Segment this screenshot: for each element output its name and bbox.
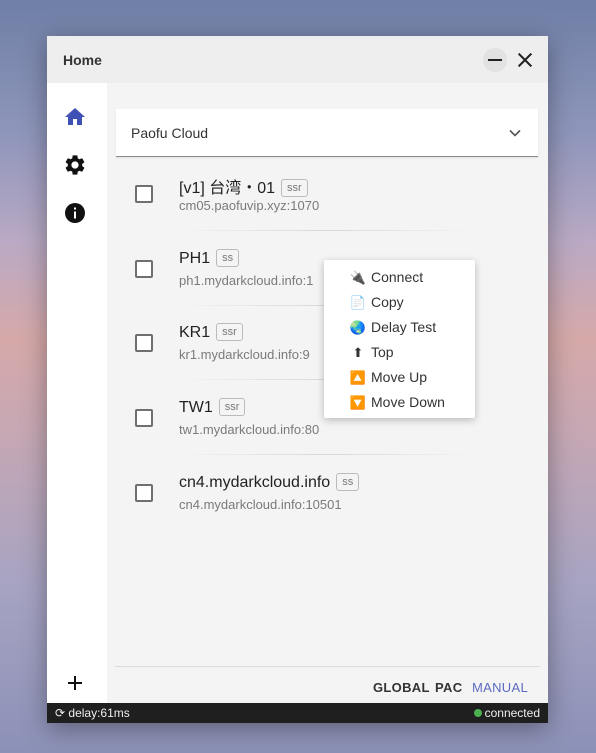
profile-select-value: Paofu Cloud xyxy=(131,125,209,141)
server-address: ph1.mydarkcloud.info:1 xyxy=(179,273,314,288)
menu-item-connect[interactable]: 🔌 Connect xyxy=(349,269,423,286)
delay-text: delay:61ms xyxy=(68,706,130,720)
sidebar xyxy=(47,83,107,703)
status-text: connected xyxy=(484,706,540,720)
server-row[interactable]: cn4.mydarkcloud.info ss cn4.mydarkcloud.i… xyxy=(116,456,538,530)
server-type-badge: ssr xyxy=(216,323,243,341)
mode-manual-button[interactable]: MANUAL xyxy=(472,680,528,695)
server-type-badge: ssr xyxy=(281,179,308,197)
menu-item-move-up[interactable]: 🔼 Move Up xyxy=(349,369,427,386)
server-address: cm05.paofuvip.xyz:1070 xyxy=(179,198,320,213)
title-bar: Home xyxy=(47,36,548,83)
server-name: TW1 ssr xyxy=(179,398,246,417)
mode-bar-divider xyxy=(115,666,540,667)
server-name: PH1 ss xyxy=(179,249,240,268)
server-type-badge: ss xyxy=(216,249,240,267)
server-name: cn4.mydarkcloud.info ss xyxy=(179,473,360,492)
server-name: KR1 ssr xyxy=(179,323,243,342)
server-type-badge: ss xyxy=(336,473,360,491)
server-checkbox[interactable] xyxy=(135,260,153,278)
menu-item-move-down[interactable]: 🔽 Move Down xyxy=(349,394,445,411)
info-icon[interactable] xyxy=(63,201,87,225)
minimize-button[interactable] xyxy=(483,48,507,72)
row-divider xyxy=(176,454,476,455)
server-checkbox[interactable] xyxy=(135,484,153,502)
server-address: kr1.mydarkcloud.info:9 xyxy=(179,347,310,362)
gear-icon[interactable] xyxy=(63,153,87,177)
menu-item-delay-test[interactable]: 🌏 Delay Test xyxy=(349,319,436,336)
plus-icon[interactable] xyxy=(63,671,87,695)
home-icon[interactable] xyxy=(63,105,87,129)
clipboard-icon: 📄 xyxy=(349,295,367,310)
server-checkbox[interactable] xyxy=(135,185,153,203)
refresh-icon: ⟳ xyxy=(55,706,66,720)
window-title: Home xyxy=(63,52,102,68)
server-type-badge: ssr xyxy=(218,398,246,416)
menu-item-top[interactable]: ⬆ Top xyxy=(349,344,394,361)
menu-item-copy[interactable]: 📄 Copy xyxy=(349,294,404,311)
status-bar: ⟳ delay:61ms connected xyxy=(47,703,548,723)
globe-icon: 🌏 xyxy=(349,320,367,335)
status-dot-icon xyxy=(473,709,482,717)
server-name: [v1] 台湾・01 ssr xyxy=(179,174,308,198)
down-arrow-icon: 🔽 xyxy=(349,395,367,410)
delay-indicator[interactable]: ⟳ delay:61ms xyxy=(55,706,130,720)
close-button[interactable] xyxy=(513,48,537,72)
server-row[interactable]: [v1] 台湾・01 ssr cm05.paofuvip.xyz:1070 xyxy=(116,157,538,231)
connection-status: connected xyxy=(473,706,540,720)
row-divider xyxy=(176,230,476,231)
top-arrow-icon: ⬆ xyxy=(352,345,364,360)
server-checkbox[interactable] xyxy=(135,409,153,427)
mode-global-button[interactable]: GLOBAL xyxy=(373,680,430,695)
server-address: tw1.mydarkcloud.info:80 xyxy=(179,422,320,437)
plug-icon: 🔌 xyxy=(349,270,367,285)
context-menu: 🔌 Connect 📄 Copy 🌏 Delay Test ⬆ Top 🔼 Move Up… xyxy=(324,260,475,418)
server-checkbox[interactable] xyxy=(135,334,153,352)
server-address: cn4.mydarkcloud.info:10501 xyxy=(179,497,342,512)
up-arrow-icon: 🔼 xyxy=(349,370,367,385)
profile-select[interactable]: Paofu Cloud xyxy=(116,109,538,157)
chevron-down-icon xyxy=(509,129,521,137)
mode-pac-button[interactable]: PAC xyxy=(435,680,462,695)
